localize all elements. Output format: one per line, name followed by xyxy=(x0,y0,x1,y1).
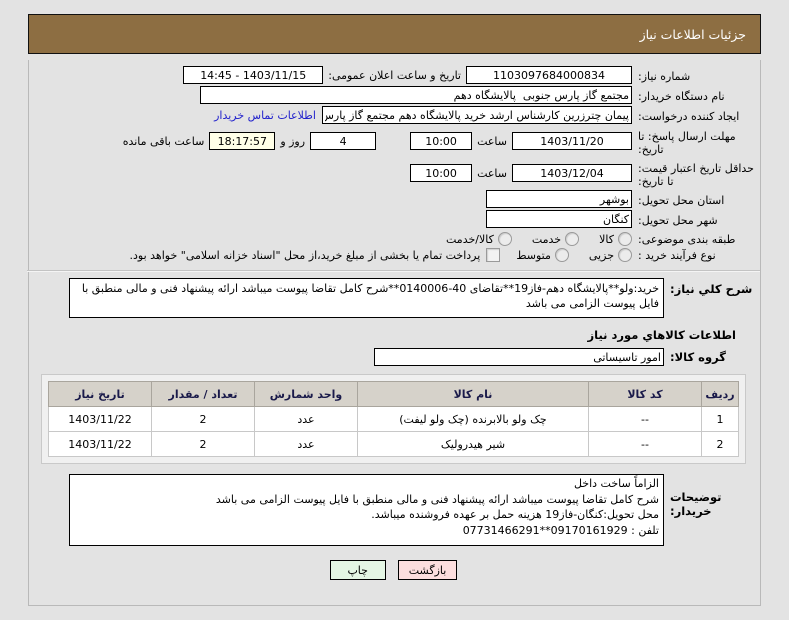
table-row: 2 -- شیر هیدرولیک عدد 2 1403/11/22 xyxy=(49,432,739,457)
radio-circle-icon[interactable] xyxy=(565,232,579,246)
row-goods-group: گروه کالا: xyxy=(27,348,760,366)
treasury-bonds-note: پرداخت تمام یا بخشی از مبلغ خرید،از محل … xyxy=(130,249,487,262)
cell-qty: 2 xyxy=(152,407,255,432)
label-category: طبقه بندی موضوعی: xyxy=(632,233,760,246)
radio-circle-icon[interactable] xyxy=(555,248,569,262)
radio-circle-icon[interactable] xyxy=(618,232,632,246)
response-deadline-time-input[interactable] xyxy=(410,132,472,150)
row-price-validity: حداقل تاریخ اعتبار قیمت: تا تاریخ: ساعت xyxy=(27,158,760,188)
purchase-type-option-minor-label: جزیی xyxy=(589,249,614,262)
label-province: استان محل تحویل: xyxy=(632,190,760,207)
purchase-type-radio-group: جزیی متوسط xyxy=(500,248,632,262)
province-input[interactable] xyxy=(486,190,632,208)
description-textarea[interactable]: خرید:ولو**پالایشگاه دهم-فاز19**تقاضای 40… xyxy=(69,278,664,318)
label-price-validity-time: ساعت xyxy=(472,167,512,180)
page-title: جزئیات اطلاعات نیاز xyxy=(640,27,746,42)
row-need-number: شماره نیاز: تاریخ و ساعت اعلان عمومی: xyxy=(27,66,760,84)
price-validity-date-input[interactable] xyxy=(512,164,632,182)
cell-unit: عدد xyxy=(255,432,358,457)
need-form: شماره نیاز: تاریخ و ساعت اعلان عمومی: نا… xyxy=(27,60,760,580)
back-button[interactable]: بازگشت xyxy=(398,560,458,580)
buyer-org-input[interactable] xyxy=(200,86,632,104)
purchase-type-option-minor[interactable]: جزیی xyxy=(589,248,632,262)
goods-section-title: اطلاعات کالاهاي مورد نیاز xyxy=(27,328,736,342)
main-panel: شماره نیاز: تاریخ و ساعت اعلان عمومی: نا… xyxy=(28,60,761,606)
divider-top xyxy=(27,270,760,272)
print-button[interactable]: چاپ xyxy=(330,560,386,580)
announce-datetime-input[interactable] xyxy=(183,66,323,84)
cell-index: 1 xyxy=(702,407,739,432)
cell-code: -- xyxy=(589,432,702,457)
category-option-service[interactable]: خدمت xyxy=(532,232,579,246)
city-input[interactable] xyxy=(486,210,632,228)
price-validity-time-input[interactable] xyxy=(410,164,472,182)
cell-need-date: 1403/11/22 xyxy=(49,432,152,457)
label-goods-group: گروه کالا: xyxy=(664,350,760,364)
row-category: طبقه بندی موضوعی: کالا خدمت xyxy=(27,232,760,246)
treasury-bonds-checkbox[interactable] xyxy=(486,248,500,262)
label-purchase-type: نوع فرآیند خرید : xyxy=(632,249,760,262)
category-option-service-label: خدمت xyxy=(532,233,561,246)
row-city: شهر محل تحویل: xyxy=(27,210,760,228)
table-row: 1 -- چک ولو بالابرنده (چک ولو لیفت) عدد … xyxy=(49,407,739,432)
buyer-notes-textarea[interactable]: الزاماً ساخت داخل شرح کامل تقاضا پیوست م… xyxy=(69,474,664,546)
purchase-type-option-medium[interactable]: متوسط xyxy=(516,248,569,262)
label-buyer-org: نام دستگاه خریدار: xyxy=(632,86,760,103)
label-need-number: شماره نیاز: xyxy=(632,66,760,83)
need-number-input[interactable] xyxy=(466,66,632,84)
remaining-days-input[interactable] xyxy=(310,132,376,150)
requester-input[interactable] xyxy=(322,106,632,124)
category-option-goods-label: کالا xyxy=(599,233,614,246)
footer-buttons: بازگشت چاپ xyxy=(27,560,760,580)
items-table-container: ردیف کد کالا نام کالا واحد شمارش تعداد /… xyxy=(41,374,746,464)
col-unit: واحد شمارش xyxy=(255,382,358,407)
table-header-row: ردیف کد کالا نام کالا واحد شمارش تعداد /… xyxy=(49,382,739,407)
label-city: شهر محل تحویل: xyxy=(632,210,760,227)
page-root: matbooei جزئیات اطلاعات نیاز شماره نیاز:… xyxy=(0,0,789,620)
cell-qty: 2 xyxy=(152,432,255,457)
purchase-type-option-medium-label: متوسط xyxy=(516,249,551,262)
goods-group-input[interactable] xyxy=(374,348,664,366)
label-remaining-hours: ساعت باقی مانده xyxy=(118,135,210,148)
category-option-goods[interactable]: کالا xyxy=(599,232,632,246)
label-price-validity: حداقل تاریخ اعتبار قیمت: تا تاریخ: xyxy=(632,158,760,188)
cell-name: چک ولو بالابرنده (چک ولو لیفت) xyxy=(358,407,589,432)
row-description: شرح کلي نیاز: خرید:ولو**پالایشگاه دهم-فا… xyxy=(27,278,760,318)
label-remaining-days: روز و xyxy=(275,135,310,148)
remaining-countdown-input[interactable] xyxy=(209,132,275,150)
label-buyer-notes: توضیحات خریدار: xyxy=(664,474,760,518)
col-name: نام کالا xyxy=(358,382,589,407)
cell-index: 2 xyxy=(702,432,739,457)
buyer-contact-link[interactable]: اطلاعات تماس خریدار xyxy=(214,109,322,122)
col-qty: تعداد / مقدار xyxy=(152,382,255,407)
row-purchase-type: نوع فرآیند خرید : جزیی متوسط پرداخت تم xyxy=(27,248,760,262)
cell-code: -- xyxy=(589,407,702,432)
row-buyer-org: نام دستگاه خریدار: xyxy=(27,86,760,104)
radio-circle-icon[interactable] xyxy=(498,232,512,246)
response-deadline-date-input[interactable] xyxy=(512,132,632,150)
cell-name: شیر هیدرولیک xyxy=(358,432,589,457)
label-announce-datetime: تاریخ و ساعت اعلان عمومی: xyxy=(323,69,466,82)
label-response-deadline: مهلت ارسال پاسخ: تا تاریخ: xyxy=(632,126,760,156)
row-response-deadline: مهلت ارسال پاسخ: تا تاریخ: ساعت روز و سا… xyxy=(27,126,760,156)
label-requester: ایجاد کننده درخواست: xyxy=(632,106,760,123)
cell-need-date: 1403/11/22 xyxy=(49,407,152,432)
row-requester: ایجاد کننده درخواست: اطلاعات تماس خریدار xyxy=(27,106,760,124)
col-need-date: تاریخ نیاز xyxy=(49,382,152,407)
row-buyer-notes: توضیحات خریدار: الزاماً ساخت داخل شرح کا… xyxy=(27,474,760,546)
radio-circle-icon[interactable] xyxy=(618,248,632,262)
row-province: استان محل تحویل: xyxy=(27,190,760,208)
items-table: ردیف کد کالا نام کالا واحد شمارش تعداد /… xyxy=(48,381,739,457)
label-response-deadline-time: ساعت xyxy=(472,135,512,148)
page-title-bar: جزئیات اطلاعات نیاز xyxy=(28,14,761,54)
label-description: شرح کلي نیاز: xyxy=(664,278,760,296)
category-radio-group: کالا خدمت کالا/خدمت xyxy=(430,232,632,246)
category-option-goods-service[interactable]: کالا/خدمت xyxy=(446,232,512,246)
category-option-goods-service-label: کالا/خدمت xyxy=(446,233,494,246)
col-code: کد کالا xyxy=(589,382,702,407)
col-index: ردیف xyxy=(702,382,739,407)
cell-unit: عدد xyxy=(255,407,358,432)
